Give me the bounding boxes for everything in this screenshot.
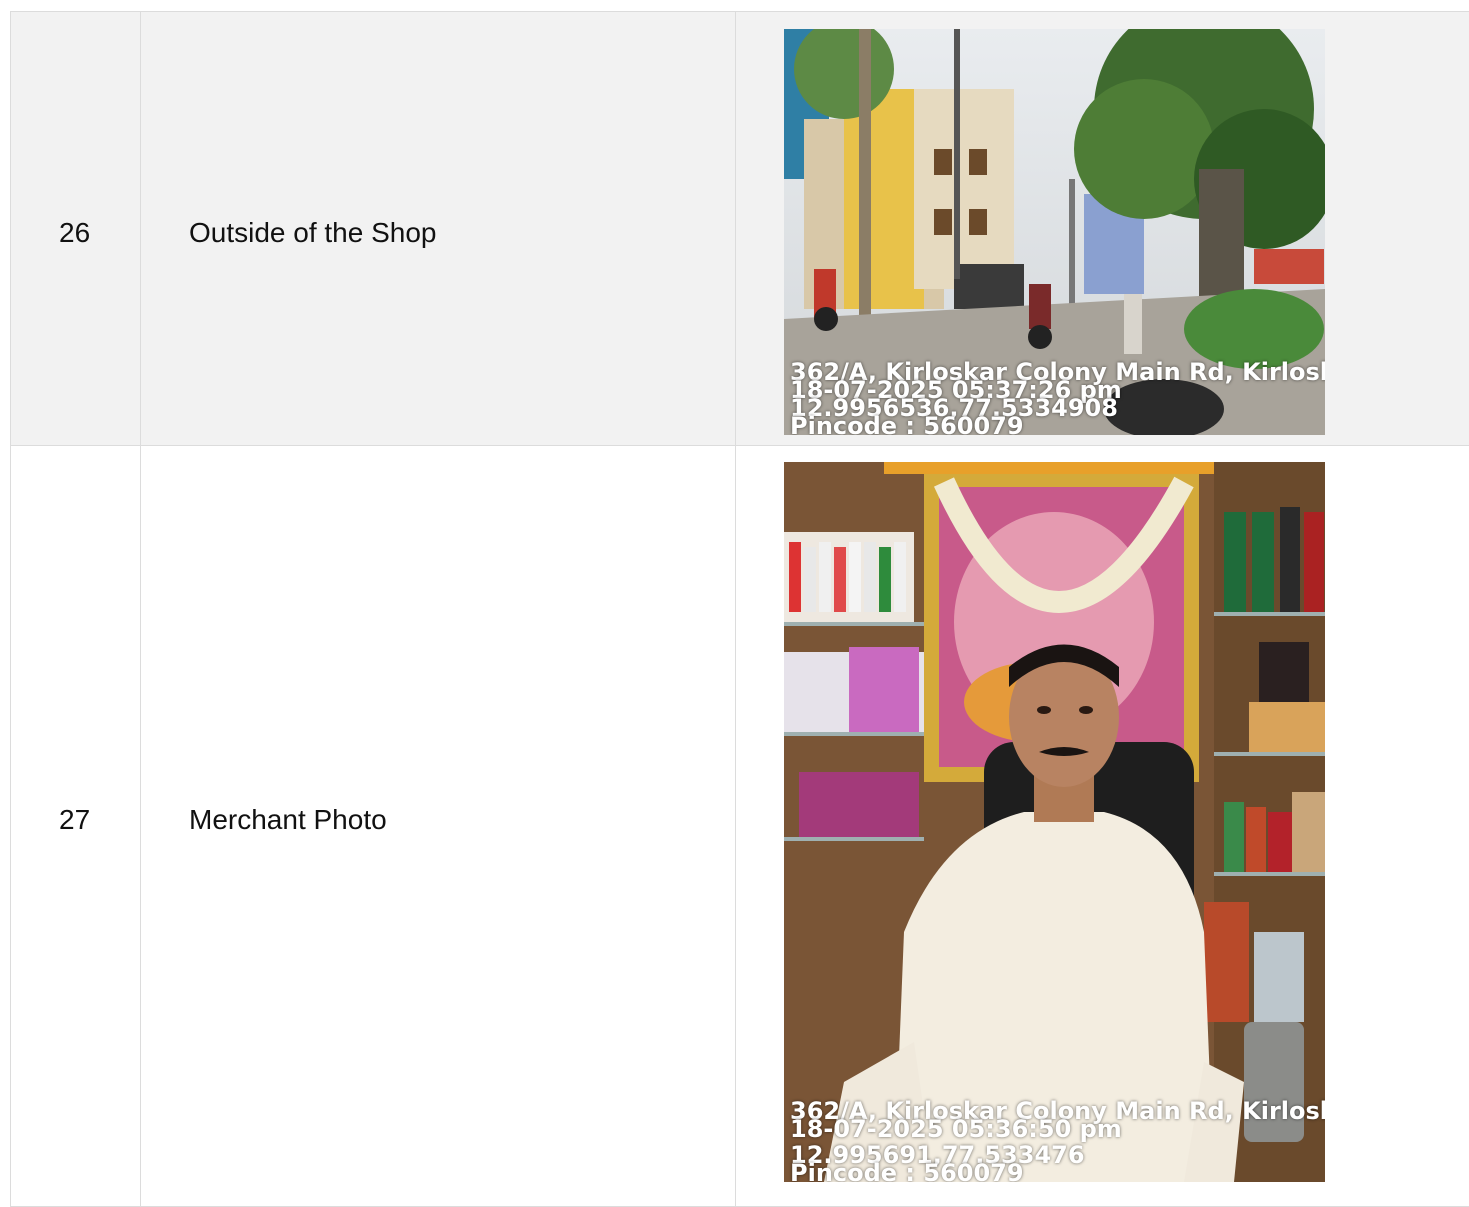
row-label: Outside of the Shop	[189, 217, 437, 248]
row-number: 27	[59, 804, 91, 835]
verification-table: 26 Outside of the Shop 362/A, Kirloskar …	[10, 11, 1469, 1207]
row-label-cell: Merchant Photo	[141, 446, 736, 1206]
row-photo-cell: 362/A, Kirloskar Colony Main Rd, Kirlosk…	[736, 446, 1469, 1206]
row-label-cell: Outside of the Shop	[141, 12, 736, 445]
row-label: Merchant Photo	[189, 804, 387, 835]
photo-geotag-overlay: 362/A, Kirloskar Colony Main Rd, Kirlosk…	[790, 1099, 1325, 1182]
row-number-cell: 27	[11, 446, 141, 1206]
photo-geotag-overlay: 362/A, Kirloskar Colony Main Rd, Kirlosk…	[790, 360, 1325, 435]
merchant-photo[interactable]: 362/A, Kirloskar Colony Main Rd, Kirlosk…	[784, 462, 1325, 1182]
row-number: 26	[59, 217, 91, 248]
row-number-cell: 26	[11, 12, 141, 445]
shop-outside-photo[interactable]: 362/A, Kirloskar Colony Main Rd, Kirlosk…	[784, 29, 1325, 435]
table-row: 26 Outside of the Shop 362/A, Kirloskar …	[10, 12, 1469, 446]
table-row: 27 Merchant Photo 362/A, Kirloskar Colon…	[10, 446, 1469, 1207]
row-photo-cell: 362/A, Kirloskar Colony Main Rd, Kirlosk…	[736, 12, 1469, 445]
